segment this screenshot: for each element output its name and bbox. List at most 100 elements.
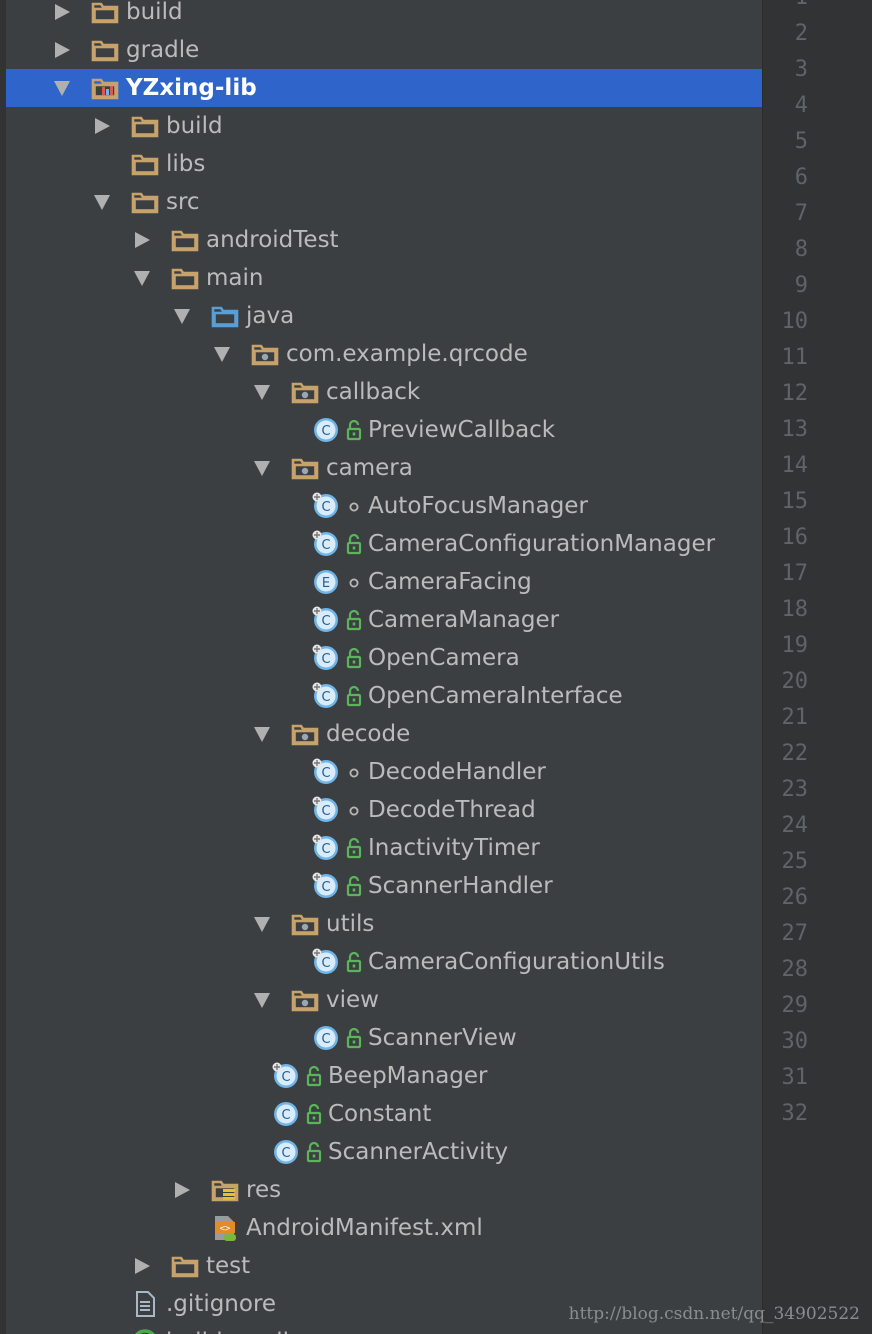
folder-icon xyxy=(90,0,120,26)
svg-text:E: E xyxy=(322,576,330,591)
tree-node-CameraConfigurationUtils[interactable]: C CameraConfigurationUtils xyxy=(0,943,762,981)
expand-arrow-icon[interactable] xyxy=(131,229,153,251)
svg-text:C: C xyxy=(281,1146,290,1161)
tree-node-DecodeHandler[interactable]: C DecodeHandler xyxy=(0,753,762,791)
expand-arrow-icon[interactable] xyxy=(51,1,73,23)
tree-node-callback[interactable]: callback xyxy=(0,373,762,411)
svg-text:C: C xyxy=(321,956,330,971)
tree-node-CameraManager[interactable]: C CameraManager xyxy=(0,601,762,639)
line-number: 17 xyxy=(781,561,809,586)
tree-node-label: ScannerActivity xyxy=(328,1139,509,1165)
line-number: 13 xyxy=(781,417,809,442)
package-private-icon xyxy=(344,495,364,517)
line-number: 5 xyxy=(794,129,808,154)
tree-node-ScannerActivity[interactable]: C ScannerActivity xyxy=(0,1133,762,1171)
collapse-arrow-icon[interactable] xyxy=(51,77,73,99)
collapse-arrow-icon[interactable] xyxy=(251,457,273,479)
collapse-arrow-icon[interactable] xyxy=(131,267,153,289)
class-ext-icon: C xyxy=(311,834,341,862)
manifest-icon: <> xyxy=(210,1214,240,1242)
line-number: 2 xyxy=(794,21,808,46)
tree-node-view[interactable]: view xyxy=(0,981,762,1019)
tree-node-CameraConfigurationManager[interactable]: C CameraConfigurationManager xyxy=(0,525,762,563)
tree-node-DecodeThread[interactable]: C DecodeThread xyxy=(0,791,762,829)
tree-node-test[interactable]: test xyxy=(0,1247,762,1285)
expand-arrow-icon[interactable] xyxy=(131,1255,153,1277)
tree-node-camera[interactable]: camera xyxy=(0,449,762,487)
collapse-arrow-icon[interactable] xyxy=(211,343,233,365)
line-number: 11 xyxy=(781,345,809,370)
tree-node-build-gradle[interactable]: build.gradle xyxy=(0,1323,762,1334)
svg-text:C: C xyxy=(281,1108,290,1123)
tree-node-label: libs xyxy=(166,151,206,177)
line-number: 15 xyxy=(781,489,809,514)
collapse-arrow-icon[interactable] xyxy=(171,305,193,327)
class-ext-icon: C xyxy=(311,644,341,672)
line-number: 27 xyxy=(781,921,809,946)
public-lock-icon xyxy=(304,1065,324,1087)
tree-node-build[interactable]: build xyxy=(0,107,762,145)
tree-node-AndroidManifest[interactable]: <> AndroidManifest.xml xyxy=(0,1209,762,1247)
class-ext-icon: C xyxy=(311,492,341,520)
tree-node-label: androidTest xyxy=(206,227,339,253)
line-number: 26 xyxy=(781,885,809,910)
tree-node-AutoFocusManager[interactable]: C AutoFocusManager xyxy=(0,487,762,525)
expand-arrow-icon[interactable] xyxy=(91,115,113,137)
expand-arrow-icon[interactable] xyxy=(51,39,73,61)
tree-node-PreviewCallback[interactable]: C PreviewCallback xyxy=(0,411,762,449)
tree-node-label: CameraManager xyxy=(368,607,560,633)
tree-node-label: YZxing-lib xyxy=(126,75,257,101)
package-icon xyxy=(290,720,320,748)
svg-text:C: C xyxy=(281,1070,290,1085)
line-number: 10 xyxy=(781,309,809,334)
module-folder-icon xyxy=(90,74,120,102)
collapse-arrow-icon[interactable] xyxy=(251,913,273,935)
tree-node-build-root[interactable]: build xyxy=(0,0,762,31)
line-number: 9 xyxy=(794,273,808,298)
collapse-arrow-icon[interactable] xyxy=(251,723,273,745)
collapse-arrow-icon[interactable] xyxy=(91,191,113,213)
tree-node-label: DecodeThread xyxy=(368,797,536,823)
tree-node-src[interactable]: src xyxy=(0,183,762,221)
gradle-file-icon xyxy=(130,1328,160,1334)
tree-node-CameraFacing[interactable]: E CameraFacing xyxy=(0,563,762,601)
line-number: 19 xyxy=(781,633,809,658)
svg-text:C: C xyxy=(321,690,330,705)
collapse-arrow-icon[interactable] xyxy=(251,381,273,403)
tree-node-yzxing-lib[interactable]: YZxing-lib xyxy=(6,69,762,107)
line-number: 28 xyxy=(781,957,809,982)
class-icon: C xyxy=(271,1138,301,1166)
collapse-arrow-icon[interactable] xyxy=(251,989,273,1011)
tree-node-Constant[interactable]: C Constant xyxy=(0,1095,762,1133)
public-lock-icon xyxy=(344,609,364,631)
class-ext-icon: C xyxy=(311,796,341,824)
tree-node-main[interactable]: main xyxy=(0,259,762,297)
public-lock-icon xyxy=(344,647,364,669)
tree-node-ScannerView[interactable]: C ScannerView xyxy=(0,1019,762,1057)
class-ext-icon: C xyxy=(311,758,341,786)
class-icon: C xyxy=(271,1100,301,1128)
tree-node-OpenCamera[interactable]: C OpenCamera xyxy=(0,639,762,677)
tree-node-java[interactable]: java xyxy=(0,297,762,335)
class-ext-icon: C xyxy=(311,872,341,900)
tree-node-gradle[interactable]: gradle xyxy=(0,31,762,69)
tree-node-OpenCameraInterface[interactable]: C OpenCameraInterface xyxy=(0,677,762,715)
public-lock-icon xyxy=(304,1103,324,1125)
tree-node-androidTest[interactable]: androidTest xyxy=(0,221,762,259)
tree-node-label: CameraConfigurationManager xyxy=(368,531,716,557)
expand-arrow-icon[interactable] xyxy=(171,1179,193,1201)
tree-node-BeepManager[interactable]: C BeepManager xyxy=(0,1057,762,1095)
tree-node-ScannerHandler[interactable]: C ScannerHandler xyxy=(0,867,762,905)
tree-node-label: CameraConfigurationUtils xyxy=(368,949,665,975)
folder-icon xyxy=(130,112,160,140)
public-lock-icon xyxy=(344,951,364,973)
tree-node-InactivityTimer[interactable]: C InactivityTimer xyxy=(0,829,762,867)
tree-node-decode[interactable]: decode xyxy=(0,715,762,753)
public-lock-icon xyxy=(344,685,364,707)
tree-node-label: utils xyxy=(326,911,375,937)
tree-node-res[interactable]: res xyxy=(0,1171,762,1209)
tree-node-com-example-qrcode[interactable]: com.example.qrcode xyxy=(0,335,762,373)
tree-node-label: DecodeHandler xyxy=(368,759,546,785)
tree-node-libs[interactable]: libs xyxy=(0,145,762,183)
tree-node-utils[interactable]: utils xyxy=(0,905,762,943)
